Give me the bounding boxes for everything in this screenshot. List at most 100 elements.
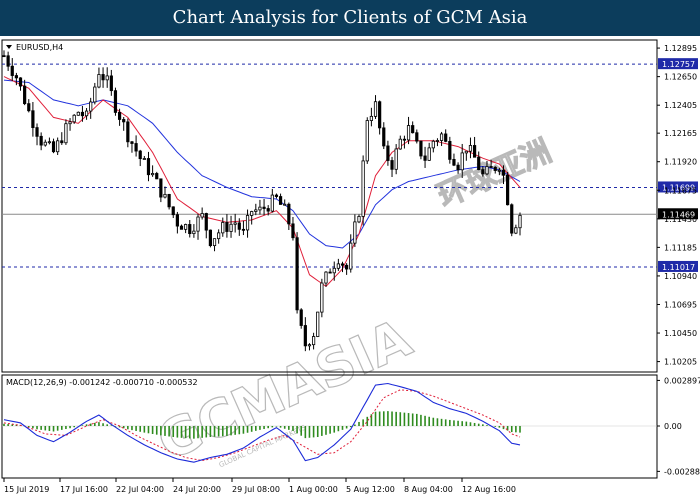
price-tick-label-8: 1.10940	[664, 272, 697, 281]
candle-body-up	[192, 230, 196, 235]
candle-body-up	[320, 282, 324, 313]
candle-body-down	[138, 150, 142, 160]
candle-body-up	[196, 216, 200, 232]
candle	[320, 278, 324, 318]
candle	[208, 229, 212, 248]
candle-body-down	[2, 55, 6, 58]
candle-body-down	[35, 127, 39, 137]
candle-body-down	[204, 213, 208, 231]
candle-body-down	[382, 127, 386, 147]
candle-body-down	[80, 111, 85, 117]
header-bar: Chart Analysis for Clients of GCM Asia	[0, 0, 700, 36]
candle	[299, 308, 303, 329]
candle-body-up	[427, 147, 431, 161]
candle-body-up	[431, 140, 435, 149]
candle-body-down	[295, 237, 299, 311]
candle-body-up	[221, 222, 225, 234]
price-tick-label-9: 1.10695	[664, 300, 697, 309]
candle-body-down	[130, 141, 134, 144]
candle-body-down	[472, 145, 477, 158]
candle-body-up	[406, 125, 411, 141]
candle-body-down	[452, 158, 456, 166]
candle-body-down	[278, 196, 283, 205]
candle-body-down	[179, 225, 184, 230]
candle-body-down	[10, 65, 14, 76]
candle-body-down	[31, 110, 35, 129]
candle-body-down	[122, 119, 126, 123]
candle-body-up	[518, 214, 522, 229]
candle-body-down	[23, 85, 27, 105]
candle-body-up	[250, 211, 254, 216]
candle-body-up	[460, 152, 464, 171]
candle-body-down	[477, 156, 481, 171]
candle-body-down	[159, 178, 163, 198]
candle-body-up	[270, 194, 274, 212]
candle	[113, 87, 118, 116]
candle-body-up	[307, 344, 312, 347]
candle-body-down	[14, 75, 18, 79]
candle-body-up	[212, 238, 217, 247]
candle-body-up	[398, 138, 402, 150]
candle-body-down	[415, 132, 419, 142]
x-tick-label-7: 8 Aug 04:00	[404, 485, 453, 494]
candle-body-up	[72, 114, 76, 123]
candle-body-up	[84, 110, 89, 117]
macd-label: MACD(12,26,9) -0.001242 -0.000710 -0.000…	[6, 378, 198, 387]
candle-body-down	[208, 229, 212, 247]
candle-body-down	[51, 141, 56, 153]
candle-body-down	[18, 77, 23, 87]
macd-tick-label-2: -0.002883	[664, 467, 700, 476]
candle-body-down	[303, 325, 307, 347]
candle-body-up	[324, 271, 328, 284]
candle-body-down	[328, 271, 332, 274]
candle-body-down	[501, 169, 506, 176]
candle-body-down	[378, 101, 382, 129]
candle-body-down	[402, 138, 407, 141]
candle-body-down	[386, 145, 390, 161]
candle-body-up	[43, 141, 47, 146]
candle-body-up	[464, 150, 468, 154]
candle-body-up	[258, 206, 262, 211]
candle-body-down	[510, 204, 514, 234]
candle-body-down	[134, 143, 138, 152]
candle-body-down	[489, 166, 493, 168]
candle-body-up	[217, 232, 221, 240]
x-tick-label-8: 12 Aug 16:00	[462, 485, 516, 494]
candle	[510, 203, 514, 237]
candle-body-down	[411, 125, 415, 134]
candle-body-up	[254, 209, 258, 212]
candle-body-up	[142, 158, 146, 160]
candle-body-up	[245, 215, 250, 231]
candle-body-up	[184, 224, 188, 230]
price-tick-label-3: 1.12165	[664, 129, 697, 138]
candle-body-up	[105, 75, 109, 81]
level-label-0: 1.12757	[662, 60, 695, 69]
candle-body-down	[456, 164, 460, 171]
candle-body-down	[39, 135, 43, 146]
candle-body-up	[514, 227, 518, 234]
candle-body-up	[200, 213, 204, 218]
candle-body-down	[444, 133, 448, 142]
candle	[365, 117, 369, 164]
candle-body-up	[163, 193, 167, 198]
candle-body-up	[336, 263, 340, 269]
x-tick-label-1: 17 Jul 16:00	[60, 485, 108, 494]
candle-body-up	[229, 223, 233, 232]
candle-body-down	[390, 160, 394, 170]
candle-body-up	[89, 101, 93, 112]
x-tick-label-3: 24 Jul 20:00	[173, 485, 221, 494]
x-tick-label-4: 29 Jul 08:00	[232, 485, 280, 494]
price-tick-label-2: 1.12405	[664, 101, 697, 110]
x-tick-label-6: 5 Aug 12:00	[346, 485, 395, 494]
candle	[361, 155, 365, 226]
candle-body-down	[266, 208, 270, 212]
candle-body-down	[262, 206, 266, 209]
candle-body-down	[274, 194, 279, 197]
candle-body-down	[241, 228, 246, 231]
candle-body-up	[357, 216, 361, 223]
candle-body-up	[361, 160, 365, 217]
price-tick-label-6: 1.11430	[664, 215, 697, 224]
candle-body-up	[283, 203, 287, 206]
candle-body-up	[311, 336, 316, 346]
chart-canvas[interactable]: GCMASIA 环球亚洲 GLOBAL CAPITAL MARKETS 1.12…	[0, 36, 700, 500]
